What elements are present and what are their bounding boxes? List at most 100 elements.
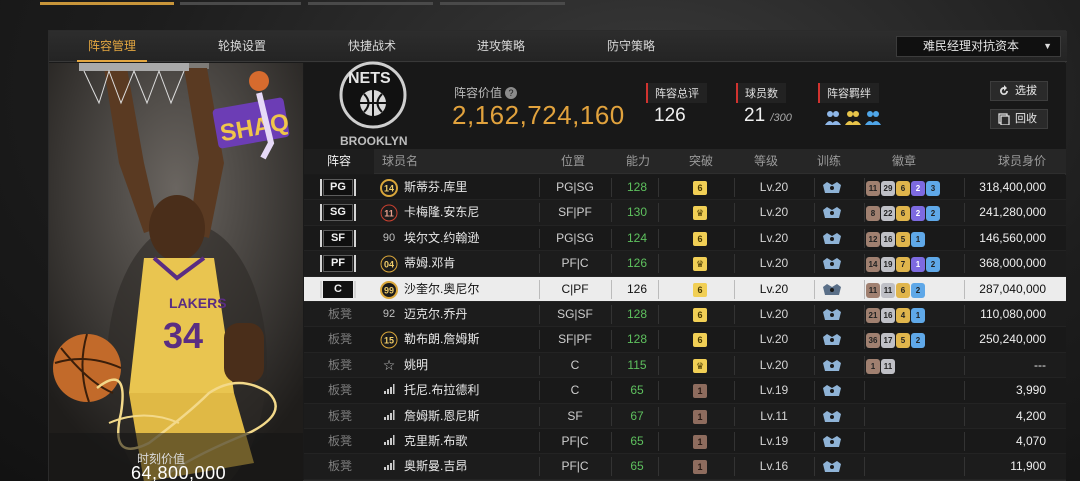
column-divider — [864, 305, 865, 324]
column-divider — [864, 406, 865, 426]
player-salary: 241,280,000 — [979, 205, 1046, 220]
training-icon[interactable] — [821, 333, 843, 350]
table-row[interactable]: 板凳 奥斯曼.吉昂 PF|C 65 1 Lv.16 11,900 — [304, 454, 1066, 480]
table-row[interactable]: SG 11 卡梅隆.安东尼 SF|PF 130 ♛ Lv.20 8 22 6 2 2 241,280,0… — [304, 200, 1066, 226]
training-icon[interactable] — [821, 460, 843, 477]
badge-count: 5 — [896, 333, 910, 349]
tab-bar: 阵容管理 轮换设置 快捷战术 进攻策略 防守策略 难民经理对抗资本 ▼ — [49, 31, 1067, 62]
training-icon[interactable] — [821, 435, 843, 452]
tab-offense-strategy[interactable]: 进攻策略 — [460, 31, 542, 62]
player-salary: 368,000,000 — [979, 256, 1046, 271]
player-name: 勒布朗.詹姆斯 — [404, 332, 480, 347]
training-icon[interactable] — [821, 410, 843, 427]
table-row[interactable]: 板凳 92 迈克尔.乔丹 SG|SF 128 6 Lv.20 21 16 4 1 110,080,00… — [304, 302, 1066, 328]
column-divider — [658, 178, 659, 197]
column-divider — [864, 381, 865, 401]
breakthrough-badge: 6 — [693, 308, 707, 322]
overall-value: 126 — [654, 105, 686, 126]
column-divider — [864, 355, 865, 375]
badge-count: 6 — [896, 282, 910, 298]
tab-rotation-settings[interactable]: 轮换设置 — [201, 31, 283, 62]
team-select-dropdown[interactable]: 难民经理对抗资本 ▼ — [896, 36, 1061, 57]
player-name: 斯蒂芬.库里 — [404, 180, 468, 194]
col-level[interactable]: 等级 — [754, 149, 778, 174]
table-row[interactable]: SF 90 埃尔文.约翰逊 PG|SG 124 6 Lv.20 12 16 5 1 146,560,0… — [304, 225, 1066, 252]
stat-synergy: 阵容羁绊 — [818, 83, 881, 125]
table-row[interactable]: 板凳 托尼.布拉德利 C 65 1 Lv.19 3,990 — [304, 378, 1066, 404]
player-position: C — [570, 357, 580, 372]
top-bar-3 — [308, 2, 433, 5]
badge-list: 14 19 7 1 2 — [866, 256, 941, 273]
player-ability: 65 — [630, 434, 644, 448]
tab-defense-strategy[interactable]: 防守策略 — [590, 31, 672, 62]
col-lineup[interactable]: 阵容 — [304, 149, 374, 174]
col-name[interactable]: 球员名 — [382, 149, 418, 174]
tab-quick-tactics[interactable]: 快捷战术 — [331, 31, 413, 62]
player-name: 奥斯曼.吉昂 — [404, 459, 468, 474]
column-divider — [611, 432, 612, 451]
player-level: Lv.20 — [759, 357, 789, 372]
player-salary: 11,900 — [1010, 459, 1046, 474]
table-row[interactable]: PG 14 斯蒂芬.库里 PG|SG 128 6 Lv.20 11 29 6 2 3 318,400,0… — [304, 175, 1066, 201]
table-row[interactable]: 板凳 克里斯.布歌 PF|C 65 1 Lv.19 4,070 — [304, 429, 1066, 455]
synergy-people-icon-2 — [845, 111, 861, 125]
training-icon[interactable] — [821, 283, 843, 300]
col-position[interactable]: 位置 — [561, 149, 585, 174]
synergy-icons[interactable] — [824, 108, 888, 133]
jersey-number-badge-icon: 14 — [380, 179, 398, 197]
training-icon[interactable] — [821, 384, 843, 401]
col-training[interactable]: 训练 — [817, 149, 841, 174]
player-position: SG|SF — [557, 307, 593, 321]
player-position: SF|PF — [558, 205, 592, 220]
table-row[interactable]: 板凳 詹姆斯.恩尼斯 SF 67 1 Lv.11 4,200 — [304, 403, 1066, 429]
breakthrough-badge: 1 — [693, 435, 707, 449]
training-icon[interactable] — [821, 181, 843, 198]
col-salary[interactable]: 球员身价 — [998, 149, 1046, 174]
column-divider — [814, 279, 815, 299]
column-divider — [814, 355, 815, 375]
signal-bars-icon — [380, 454, 398, 479]
badge-count: 11 — [881, 282, 895, 298]
top-bar-1 — [40, 2, 174, 5]
select-button[interactable]: 选拔 — [990, 81, 1048, 101]
breakthrough-badge: ♛ — [693, 206, 707, 221]
col-badges[interactable]: 徽章 — [892, 149, 916, 174]
badge-count: 1 — [911, 308, 925, 323]
player-name: 埃尔文.约翰逊 — [404, 230, 480, 245]
table-row[interactable]: 板凳 15 勒布朗.詹姆斯 SF|PF 128 6 Lv.20 36 17 5 2 250,240,0… — [304, 327, 1066, 353]
help-icon[interactable]: ? — [505, 87, 518, 99]
table-row[interactable]: C 99 沙奎尔.奥尼尔 C|PF 126 6 Lv.20 11 11 6 2 287,040,000 — [304, 276, 1066, 302]
recycle-button[interactable]: 回收 — [990, 109, 1048, 129]
lineup-header: NETS BROOKLYN 阵容价值? 2,162,724,160 阵容总评 1… — [304, 61, 1066, 149]
player-ability: 115 — [627, 357, 647, 372]
player-name: 托尼.布拉德利 — [404, 383, 480, 398]
column-divider — [658, 457, 659, 477]
training-icon[interactable] — [821, 308, 843, 325]
training-icon[interactable] — [821, 359, 843, 376]
column-divider — [611, 305, 612, 324]
tab-lineup-management[interactable]: 阵容管理 — [71, 31, 153, 62]
player-position: PG|SG — [556, 180, 594, 194]
player-salary: 146,560,000 — [979, 230, 1046, 245]
column-divider — [611, 228, 612, 248]
table-row[interactable]: 板凳 ☆ 姚明 C 115 ♛ Lv.20 1 11 --- — [304, 352, 1066, 379]
col-breakthrough[interactable]: 突破 — [689, 149, 713, 174]
training-icon[interactable] — [821, 206, 843, 223]
player-position: PF|C — [561, 256, 589, 271]
player-card[interactable]: LAKERS 34 SHAQ 时刻价值 64,800,000 — [49, 63, 303, 481]
column-divider — [814, 305, 815, 324]
badge-list: 12 16 5 1 — [866, 231, 926, 247]
col-ability[interactable]: 能力 — [626, 149, 650, 174]
lineup-value-label-text: 阵容价值 — [454, 86, 503, 100]
table-row[interactable]: PF 04 蒂姆.邓肯 PF|C 126 ♛ Lv.20 14 19 7 1 2 368,000,000 — [304, 251, 1066, 277]
column-divider — [864, 254, 865, 274]
player-level: Lv.20 — [759, 205, 789, 220]
training-icon[interactable] — [821, 257, 843, 274]
player-count-label: 球员数 — [736, 83, 786, 103]
player-ability: 65 — [630, 459, 644, 474]
jersey-number-badge-icon: 15 — [380, 331, 398, 349]
training-icon[interactable] — [821, 232, 843, 249]
badge-list: 8 22 6 2 2 — [866, 205, 941, 222]
jersey-number-badge-icon: 99 — [380, 280, 398, 299]
position-slot-badge: PF — [320, 255, 356, 273]
